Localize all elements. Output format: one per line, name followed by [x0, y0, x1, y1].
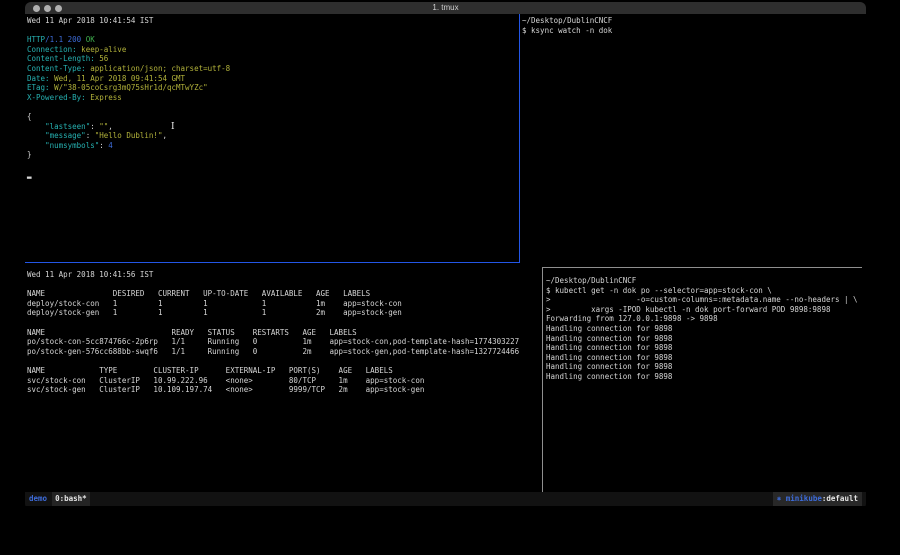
terminal-line: ~/Desktop/DublinCNCF	[546, 276, 866, 286]
terminal-line: NAME DESIRED CURRENT UP-TO-DATE AVAILABL…	[27, 289, 542, 299]
pane-http-response[interactable]: Wed 11 Apr 2018 10:41:54 IST HTTP/1.1 20…	[25, 14, 519, 262]
status-left: demo 0:bash*	[25, 492, 90, 506]
terminal-line: ~/Desktop/DublinCNCF	[522, 16, 866, 26]
terminal-line: Wed 11 Apr 2018 10:41:56 IST	[27, 270, 542, 280]
pane-divider-vertical-active[interactable]	[519, 14, 520, 263]
terminal-line: deploy/stock-gen 1 1 1 1 2m app=stock-ge…	[27, 308, 542, 318]
terminal-line: "message": "Hello Dublin!",	[27, 131, 519, 141]
zoom-button[interactable]	[55, 5, 62, 12]
terminal-line: > xargs -IPOD kubectl -n dok port-forwar…	[546, 305, 866, 315]
window-tab-bash[interactable]: 0:bash*	[52, 492, 90, 506]
session-name: demo	[29, 492, 47, 506]
terminal-line	[27, 280, 542, 290]
terminal-window: 1. tmux Wed 11 Apr 2018 10:41:54 IST HTT…	[25, 2, 866, 508]
terminal-line: ▂	[27, 170, 519, 180]
window-title: 1. tmux	[25, 2, 866, 14]
pane-port-forward[interactable]: ~/Desktop/DublinCNCF$ kubectl get -n dok…	[543, 268, 866, 492]
terminal-line: Date: Wed, 11 Apr 2018 09:41:54 GMT	[27, 74, 519, 84]
pane-kubectl-resources[interactable]: Wed 11 Apr 2018 10:41:56 IST NAME DESIRE…	[25, 263, 542, 492]
pane-divider-vertical[interactable]	[542, 267, 543, 492]
tmux-status-bar: demo 0:bash* ⎈ minikube:default	[25, 492, 866, 506]
terminal-line	[27, 160, 519, 170]
minimize-button[interactable]	[44, 5, 51, 12]
terminal-line: svc/stock-gen ClusterIP 10.109.197.74 <n…	[27, 385, 542, 395]
terminal-line: Content-Length: 56	[27, 54, 519, 64]
close-button[interactable]	[33, 5, 40, 12]
terminal-line: NAME READY STATUS RESTARTS AGE LABELS	[27, 328, 542, 338]
terminal-line: Handling connection for 9898	[546, 334, 866, 344]
terminal-line	[27, 318, 542, 328]
status-right: ⎈ minikube:default	[773, 492, 862, 506]
terminal-line: {	[27, 112, 519, 122]
terminal-line: ETag: W/"38-05coCsrg3mQ75sHr1d/qcMTwYZc"	[27, 83, 519, 93]
pane-ksync-watch[interactable]: ~/Desktop/DublinCNCF$ ksync watch -n dok	[521, 14, 866, 267]
traffic-lights	[33, 2, 62, 14]
terminal-line	[27, 26, 519, 36]
mouse-text-cursor: I	[171, 123, 175, 132]
pane-divider-horizontal-active[interactable]	[25, 262, 520, 263]
window-titlebar: 1. tmux	[25, 2, 866, 14]
pane-divider-horizontal[interactable]	[542, 267, 862, 268]
terminal-line: deploy/stock-con 1 1 1 1 1m app=stock-co…	[27, 299, 542, 309]
terminal-line: svc/stock-con ClusterIP 10.99.222.96 <no…	[27, 376, 542, 386]
terminal-line: $ kubectl get -n dok po --selector=app=s…	[546, 286, 866, 296]
kube-context: minikube	[786, 494, 822, 503]
terminal-line: > -o=custom-columns=:metadata.name --no-…	[546, 295, 866, 305]
terminal-line: Handling connection for 9898	[546, 343, 866, 353]
terminal-line: po/stock-con-5cc874766c-2p6rp 1/1 Runnin…	[27, 337, 542, 347]
terminal-line: "lastseen": "",	[27, 122, 519, 132]
terminal-line: Handling connection for 9898	[546, 353, 866, 363]
terminal-line	[27, 102, 519, 112]
terminal-line: }	[27, 150, 519, 160]
kube-namespace: :default	[822, 494, 858, 503]
terminal-line: X-Powered-By: Express	[27, 93, 519, 103]
terminal-line	[27, 356, 542, 366]
terminal-line: Wed 11 Apr 2018 10:41:54 IST	[27, 16, 519, 26]
terminal-line: Content-Type: application/json; charset=…	[27, 64, 519, 74]
terminal-line: Handling connection for 9898	[546, 372, 866, 382]
terminal-line: HTTP/1.1 200 OK	[27, 35, 519, 45]
terminal-line: po/stock-gen-576cc688bb-swqf6 1/1 Runnin…	[27, 347, 542, 357]
terminal-line: NAME TYPE CLUSTER-IP EXTERNAL-IP PORT(S)…	[27, 366, 542, 376]
terminal-line: Connection: keep-alive	[27, 45, 519, 55]
terminal-line: $ ksync watch -n dok	[522, 26, 866, 36]
kubernetes-helm-icon: ⎈	[777, 494, 782, 503]
terminal-line: Forwarding from 127.0.0.1:9898 -> 9898	[546, 314, 866, 324]
terminal-line: Handling connection for 9898	[546, 324, 866, 334]
terminal-line: "numsymbols": 4	[27, 141, 519, 151]
terminal-line: Handling connection for 9898	[546, 362, 866, 372]
